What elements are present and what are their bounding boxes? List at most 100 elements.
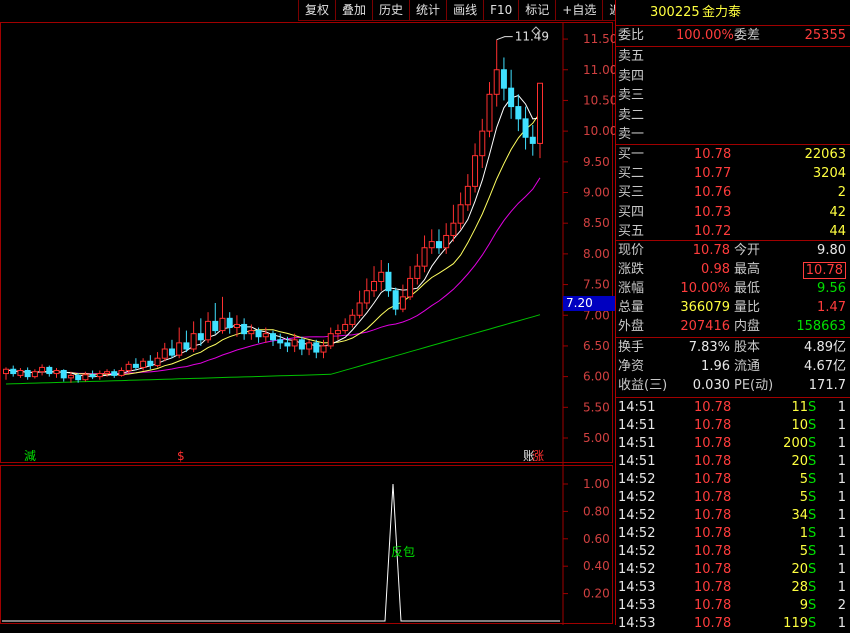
trade-row[interactable]: 14:52 10.78 20 S 1 [616,561,850,579]
candle-body[interactable] [414,265,421,279]
candle-body[interactable] [529,136,536,144]
candle-body[interactable] [125,363,132,371]
candle-body[interactable] [53,369,60,375]
trade-row[interactable]: 14:52 10.78 5 S 1 [616,471,850,489]
candle-body[interactable] [96,373,103,378]
candle-body[interactable] [313,342,320,353]
toolbar-button-2[interactable]: 历史 [372,0,410,21]
candle-body[interactable] [291,339,298,347]
toolbar-button-7[interactable]: +自选 [555,0,603,21]
candle-body[interactable] [371,280,378,292]
toolbar-button-1[interactable]: 叠加 [335,0,373,21]
trade-row[interactable]: 14:51 10.78 10 S 1 [616,417,850,435]
candle-body[interactable] [75,374,82,381]
candle-body[interactable] [428,241,435,249]
candle-body[interactable] [327,333,334,347]
trade-row[interactable]: 14:51 10.78 20 S 1 [616,453,850,471]
candle-body[interactable] [89,374,96,378]
marker-reduce[interactable]: 減 [24,448,36,463]
candle-body[interactable] [493,69,500,95]
candle-body[interactable] [306,342,313,350]
candle-body[interactable] [363,290,370,304]
candle-body[interactable] [378,271,385,282]
candle-body[interactable] [241,323,248,335]
candle-body[interactable] [486,93,493,132]
toolbar-button-0[interactable]: 复权 [298,0,336,21]
trade-row[interactable]: 14:52 10.78 1 S 1 [616,525,850,543]
candle-body[interactable] [356,302,363,316]
toolbar-button-5[interactable]: F10 [483,0,519,21]
candle-body[interactable] [515,106,522,120]
candle-body[interactable] [508,87,515,108]
candle-body[interactable] [450,222,457,236]
toolbar-button-6[interactable]: 标记 [518,0,556,21]
candle-body[interactable] [385,271,392,292]
candle-body[interactable] [284,342,291,347]
candle-body[interactable] [320,345,327,353]
candle-body[interactable] [212,320,219,332]
candle-body[interactable] [176,342,183,356]
candle-body[interactable] [500,69,507,89]
candle-body[interactable] [277,339,284,344]
candle-body[interactable] [443,234,450,249]
candle-body[interactable] [3,368,9,375]
candle-body[interactable] [183,342,190,350]
trade-row[interactable]: 14:52 10.78 34 S 1 [616,507,850,525]
kline-chart[interactable]: 11.50 11.00 10.50 10.00 9.50 9.00 8.50 8.00 7.50… [0,0,617,625]
candle-body[interactable] [161,348,168,359]
candle-body[interactable] [111,371,118,376]
candle-body[interactable] [435,241,442,249]
candle-body[interactable] [10,368,17,375]
trade-row[interactable]: 14:53 10.78 9 S 2 [616,597,850,615]
candle-body[interactable] [17,369,24,376]
candle-body[interactable] [233,323,240,329]
candle-body[interactable] [255,330,262,338]
candle-body[interactable] [219,317,226,332]
candle-body[interactable] [248,330,255,335]
candle-body[interactable] [67,374,74,379]
candle-body[interactable] [118,369,125,376]
candle-body[interactable] [342,323,349,332]
candle-body[interactable] [132,363,139,368]
candle-body[interactable] [39,366,46,373]
trade-row[interactable]: 14:52 10.78 5 S 1 [616,543,850,561]
candle-body[interactable] [349,314,356,325]
candle-body[interactable] [537,82,543,144]
candle-body[interactable] [197,333,204,341]
candle-body[interactable] [31,371,38,378]
trade-row[interactable]: 14:51 10.78 200 S 1 [616,435,850,453]
candle-body[interactable] [334,330,341,335]
marker-rise[interactable]: 涨 [532,448,544,463]
candle-body[interactable] [82,374,89,381]
candle-body[interactable] [168,348,175,356]
candle-body[interactable] [270,333,276,341]
candle-body[interactable] [464,185,471,206]
marker-dollar[interactable]: $ [177,449,185,463]
trade-row[interactable]: 14:51 10.78 11 S 1 [616,399,850,417]
candle-body[interactable] [190,333,197,350]
candle-body[interactable] [46,366,53,375]
candle-body[interactable] [154,357,161,367]
trade-row[interactable]: 14:53 10.78 28 S 1 [616,579,850,597]
chart-canvas[interactable]: 11.50 11.00 10.50 10.00 9.50 9.00 8.50 8.00 7.50… [0,0,617,625]
candle-body[interactable] [147,360,154,367]
candle-body[interactable] [298,339,305,350]
toolbar-button-3[interactable]: 统计 [409,0,447,21]
candle-body[interactable] [421,247,428,267]
candle-body[interactable] [392,290,399,310]
candle-body[interactable] [262,333,269,338]
candle-body[interactable] [407,277,414,298]
trade-row[interactable]: 14:53 10.78 119 S 1 [616,615,850,633]
candle-body[interactable] [457,204,464,224]
candle-body[interactable] [472,155,479,187]
candle-body[interactable] [104,371,111,375]
candle-body[interactable] [24,369,31,378]
candle-body[interactable] [226,317,233,329]
trade-row[interactable]: 14:52 10.78 5 S 1 [616,489,850,507]
toolbar-button-4[interactable]: 画线 [446,0,484,21]
candle-body[interactable] [60,369,67,379]
candle-body[interactable] [140,360,147,368]
candle-body[interactable] [479,130,486,157]
candle-body[interactable] [399,296,406,310]
candle-body[interactable] [205,320,212,341]
